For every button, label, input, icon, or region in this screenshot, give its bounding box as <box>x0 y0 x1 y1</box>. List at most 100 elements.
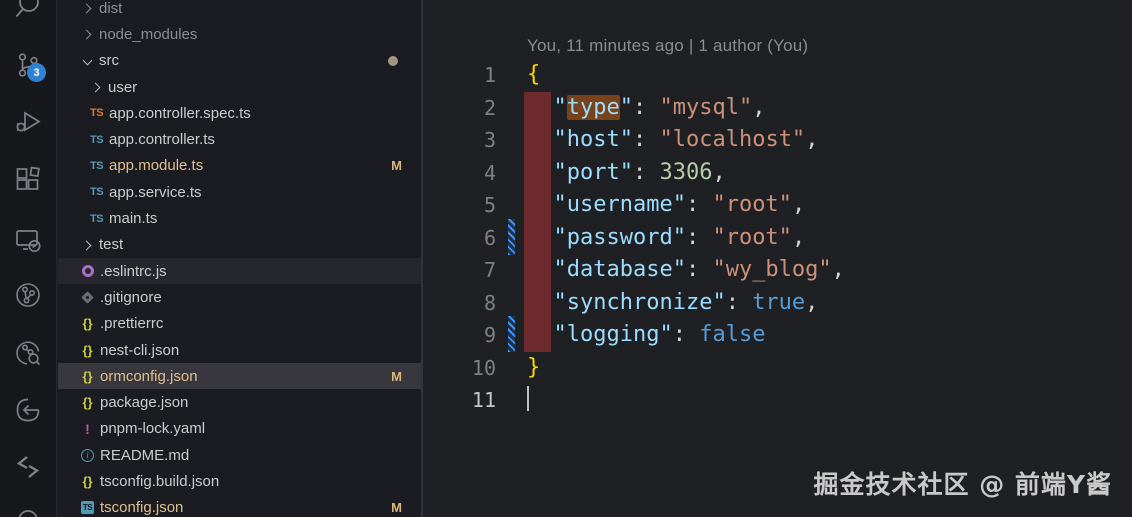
file-label: src <box>99 52 119 70</box>
file-label: node_modules <box>99 25 198 43</box>
code-line[interactable]: 10} <box>425 352 1132 385</box>
explorer-file-item[interactable]: {} .prettierrc <box>58 311 421 337</box>
line-number: 3 <box>483 128 496 152</box>
explorer-folder-item[interactable]: user <box>58 74 421 100</box>
code-line-text: "port": 3306, <box>553 159 726 185</box>
code-line[interactable]: 11 <box>425 384 1132 417</box>
code-line-text: { <box>527 62 541 87</box>
line-number: 11 <box>471 388 496 412</box>
codelens-blame[interactable]: You, 11 minutes ago | 1 author (You) <box>527 36 808 56</box>
git-graph-icon[interactable] <box>14 339 42 367</box>
code-line[interactable]: 8 "synchronize": true, <box>425 287 1132 320</box>
explorer-file-item[interactable]: {} ormconfig.json M <box>58 363 421 390</box>
code-snippets-icon[interactable] <box>14 453 42 481</box>
code-line-text: "password": "root", <box>553 224 806 250</box>
explorer-folder-item[interactable]: test <box>58 232 421 258</box>
gitlens-inspect-icon[interactable] <box>14 396 42 424</box>
file-label: app.service.ts <box>109 183 202 201</box>
code-line[interactable]: 2 "type": "mysql", <box>425 92 1132 125</box>
typescript-test-icon: TS <box>89 107 104 120</box>
code-line-text: "host": "localhost", <box>553 127 819 152</box>
typescript-icon: TS <box>89 133 104 146</box>
explorer-file-item[interactable]: TS tsconfig.json M <box>58 495 421 517</box>
file-label: main.ts <box>109 210 158 228</box>
json-icon: {} <box>82 368 93 384</box>
explorer-folder-item[interactable]: dist <box>58 0 421 21</box>
code-line-text: "username": "root", <box>553 192 806 217</box>
code-line[interactable]: 7 "database": "wy_blog", <box>425 254 1132 287</box>
code-line[interactable]: 1{ <box>425 59 1132 92</box>
scm-badge: 3 <box>27 63 46 82</box>
explorer-file-item[interactable]: TS main.ts <box>58 205 421 231</box>
typescript-icon: TS <box>89 212 104 225</box>
modified-badge: M <box>391 500 402 516</box>
activity-bar: 3 <box>0 0 57 517</box>
code-line[interactable]: 4 "port": 3306, <box>425 157 1132 190</box>
explorer-file-item[interactable]: {} package.json <box>58 389 421 415</box>
code-line[interactable]: 6 "password": "root", <box>425 222 1132 255</box>
line-number: 10 <box>471 355 496 380</box>
code-line-text <box>527 384 529 417</box>
explorer-file-item[interactable]: TS app.module.ts M <box>58 153 421 179</box>
tsconfig-icon: TS <box>81 501 94 515</box>
file-label: .gitignore <box>100 288 162 306</box>
file-label: nest-cli.json <box>100 341 180 359</box>
eslint-icon <box>79 263 96 280</box>
modified-badge: M <box>391 158 402 174</box>
gitlens-icon-svg <box>16 283 40 307</box>
chevron-down-icon <box>79 53 95 69</box>
account-icon[interactable] <box>14 508 42 517</box>
extensions-icon[interactable] <box>14 166 42 194</box>
code-line-text: "type": "mysql", <box>553 94 766 120</box>
line-number: 9 <box>483 323 496 347</box>
explorer-file-item[interactable]: .eslintrc.js <box>58 257 421 285</box>
explorer-file-item[interactable]: {} nest-cli.json <box>58 337 421 363</box>
modified-dot <box>388 55 398 66</box>
search-icon-svg <box>15 0 39 18</box>
gitlens-icon[interactable] <box>14 281 42 309</box>
code-area[interactable]: 1{2 "type": "mysql", 3 "host": "localhost… <box>425 59 1132 417</box>
explorer-file-item[interactable]: TS app.controller.ts <box>58 126 421 152</box>
chevron-right-icon <box>79 0 95 16</box>
explorer-folder-item[interactable]: node_modules <box>58 21 421 47</box>
code-line-text: "synchronize": true, <box>553 289 819 315</box>
explorer-file-item[interactable]: {} tsconfig.build.json <box>58 468 421 494</box>
explorer-tree: dist node_modules src user TS app.controller.… <box>58 0 421 517</box>
json-icon: {} <box>82 316 93 332</box>
explorer-file-item[interactable]: TS app.controller.spec.ts <box>58 100 421 126</box>
chevron-right-icon <box>79 26 95 42</box>
file-label: .eslintrc.js <box>100 262 167 280</box>
file-label: app.controller.spec.ts <box>109 104 251 122</box>
code-line[interactable]: 3 "host": "localhost", <box>425 124 1132 157</box>
chevron-right-icon <box>79 237 95 253</box>
file-label: README.md <box>100 446 190 464</box>
run-and-debug-icon[interactable] <box>14 108 42 136</box>
git-graph-icon-svg <box>16 341 41 366</box>
line-number: 2 <box>483 95 496 120</box>
search-icon[interactable] <box>14 0 42 19</box>
code-snippets-icon-svg <box>16 456 40 478</box>
remote-explorer-icon[interactable] <box>14 226 42 254</box>
chevron-right-icon <box>88 79 104 95</box>
code-line-text: "database": "wy_blog", <box>553 257 845 282</box>
explorer-file-item[interactable]: ! pnpm-lock.yaml <box>58 416 421 442</box>
file-label: test <box>99 236 124 254</box>
explorer-file-item[interactable]: TS app.service.ts <box>58 179 421 205</box>
file-label: ormconfig.json <box>100 367 198 385</box>
editor-pane[interactable]: You, 11 minutes ago | 1 author (You) 1{2… <box>425 0 1132 517</box>
file-label: package.json <box>100 394 189 412</box>
run-and-debug-icon-svg <box>16 111 41 132</box>
line-number: 4 <box>483 160 496 185</box>
readme-icon: i <box>79 447 96 464</box>
explorer-file-item[interactable]: i README.md <box>58 442 421 468</box>
explorer-file-item[interactable]: .gitignore <box>58 284 421 310</box>
code-line[interactable]: 9 "logging": false <box>425 319 1132 352</box>
file-label: tsconfig.json <box>100 499 184 517</box>
typescript-icon: TS <box>89 159 104 172</box>
code-line-text: } <box>527 354 541 380</box>
explorer-folder-item[interactable]: src <box>58 48 421 74</box>
code-line-text: "logging": false <box>553 322 766 347</box>
code-line[interactable]: 5 "username": "root", <box>425 189 1132 222</box>
json-icon: {} <box>82 395 93 411</box>
file-explorer: dist node_modules src user TS app.controller.… <box>58 0 423 517</box>
